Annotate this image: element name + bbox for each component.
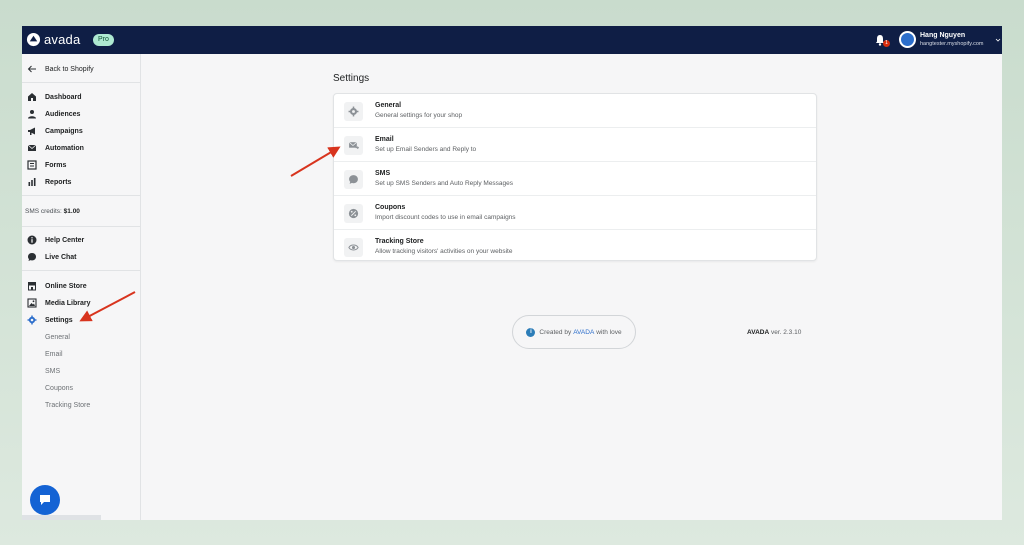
sidebar-divider [22,270,140,271]
chat-icon [28,253,36,261]
sidebar-item-label: Dashboard [45,93,82,101]
avada-logo[interactable]: avada [26,32,80,47]
settings-card: General General settings for your shop E… [333,93,817,261]
settings-row-coupons[interactable]: Coupons Import discount codes to use in … [334,196,816,230]
gear-icon [344,102,363,121]
email-send-icon [344,136,363,155]
sidebar-subitem-label: General [45,333,70,341]
sidebar-item-reports[interactable]: Reports [22,175,140,189]
sidebar-subitem-label: Tracking Store [45,401,91,409]
sidebar-item-dashboard[interactable]: Dashboard [22,90,140,104]
sidebar-item-label: Settings [45,316,73,324]
discount-icon [344,204,363,223]
sidebar: Back to Shopify Dashboard Audiences Camp… [22,54,141,520]
sidebar-item-help-center[interactable]: Help Center [22,233,140,247]
live-chat-button[interactable] [30,485,60,515]
settings-row-desc: General settings for your shop [375,112,463,119]
chat-icon [344,170,363,189]
version-brand: AVADA [747,329,770,336]
sidebar-subitem-label: SMS [45,367,61,375]
back-label: Back to Shopify [45,65,94,73]
avada-logo-icon [26,32,41,47]
arrow-left-icon [27,65,36,73]
sms-credits: SMS credits: $1.00 [25,208,80,215]
settings-row-title: Email [375,136,394,143]
sidebar-divider [22,195,140,196]
sidebar-item-label: Online Store [45,282,87,290]
chevron-down-icon[interactable] [995,37,1001,43]
sidebar-item-label: Campaigns [45,127,83,135]
notification-count-badge: 1 [883,40,890,47]
user-store[interactable]: hangtester.myshopify.com [920,41,983,47]
sidebar-divider [22,82,140,83]
sidebar-item-live-chat[interactable]: Live Chat [22,250,140,264]
back-to-shopify-link[interactable]: Back to Shopify [22,62,140,76]
sidebar-item-settings[interactable]: Settings [22,313,140,327]
main-content: Settings General General settings for yo… [141,54,1002,520]
info-icon: i [526,327,536,337]
avatar[interactable] [899,31,916,48]
sidebar-item-automation[interactable]: Automation [22,141,140,155]
bar-chart-icon [28,178,36,186]
settings-row-title: General [375,102,402,109]
sidebar-item-campaigns[interactable]: Campaigns [22,124,140,138]
sidebar-subitem-label: Email [45,350,63,358]
settings-row-title: Coupons [375,204,406,211]
sms-credits-label: SMS credits: [25,208,62,215]
settings-row-title: SMS [375,170,391,177]
sidebar-subitem-coupons[interactable]: Coupons [22,381,140,395]
sidebar-item-label: Help Center [45,236,85,244]
chat-bubble-icon [40,495,50,505]
top-bar: avada Pro 1 Hang Nguyen hangtester.mysho… [22,26,1002,54]
settings-row-sms[interactable]: SMS Set up SMS Senders and Auto Reply Me… [334,162,816,196]
sidebar-subitem-general[interactable]: General [22,330,140,344]
settings-row-desc: Allow tracking visitors' activities on y… [375,248,513,255]
sidebar-subitem-email[interactable]: Email [22,347,140,361]
plan-badge: Pro [93,34,114,46]
app-window: avada Pro 1 Hang Nguyen hangtester.mysho… [22,26,1002,520]
sidebar-item-online-store[interactable]: Online Store [22,279,140,293]
sidebar-item-label: Forms [45,161,67,169]
footer-brand-link[interactable]: AVADA [573,329,594,336]
envelope-icon [27,144,37,151]
image-icon [27,298,37,308]
sidebar-item-forms[interactable]: Forms [22,158,140,172]
sidebar-item-audiences[interactable]: Audiences [22,107,140,121]
user-name[interactable]: Hang Nguyen [920,32,965,39]
footer-suffix: with love [596,328,622,336]
person-icon [28,110,36,119]
logo-text: avada [44,32,81,47]
sms-credits-value: $1.00 [63,208,80,215]
sidebar-divider [22,226,140,227]
gear-icon [27,315,37,325]
settings-row-tracking-store[interactable]: Tracking Store Allow tracking visitors' … [334,230,816,260]
settings-row-desc: Set up SMS Senders and Auto Reply Messag… [375,180,514,187]
sidebar-subitem-tracking-store[interactable]: Tracking Store [22,398,140,412]
info-icon [27,235,37,245]
app-version: AVADA ver. 2.3.10 [747,329,801,336]
sidebar-subitem-sms[interactable]: SMS [22,364,140,378]
horizontal-scrollbar[interactable] [22,515,101,520]
settings-row-general[interactable]: General General settings for your shop [334,94,816,128]
forms-icon [27,160,37,170]
footer-prefix: Created by [539,328,572,336]
sidebar-item-label: Automation [45,144,84,152]
home-icon [28,93,36,101]
settings-row-desc: Import discount codes to use in email ca… [375,214,516,221]
page-title: Settings [333,73,370,84]
settings-row-desc: Set up Email Senders and Reply to [375,146,477,153]
sidebar-item-media-library[interactable]: Media Library [22,296,140,310]
megaphone-icon [28,127,35,135]
sidebar-item-label: Media Library [45,299,91,307]
settings-row-email[interactable]: Email Set up Email Senders and Reply to [334,128,816,162]
sidebar-item-label: Reports [45,178,72,186]
sidebar-item-label: Live Chat [45,253,77,261]
sidebar-item-label: Audiences [45,110,81,118]
store-icon [28,282,36,291]
footer-credit: i Created by AVADA with love [512,315,636,349]
sidebar-subitem-label: Coupons [45,384,74,392]
settings-row-title: Tracking Store [375,238,424,245]
version-text: ver. 2.3.10 [770,329,802,336]
eye-icon [344,238,363,257]
